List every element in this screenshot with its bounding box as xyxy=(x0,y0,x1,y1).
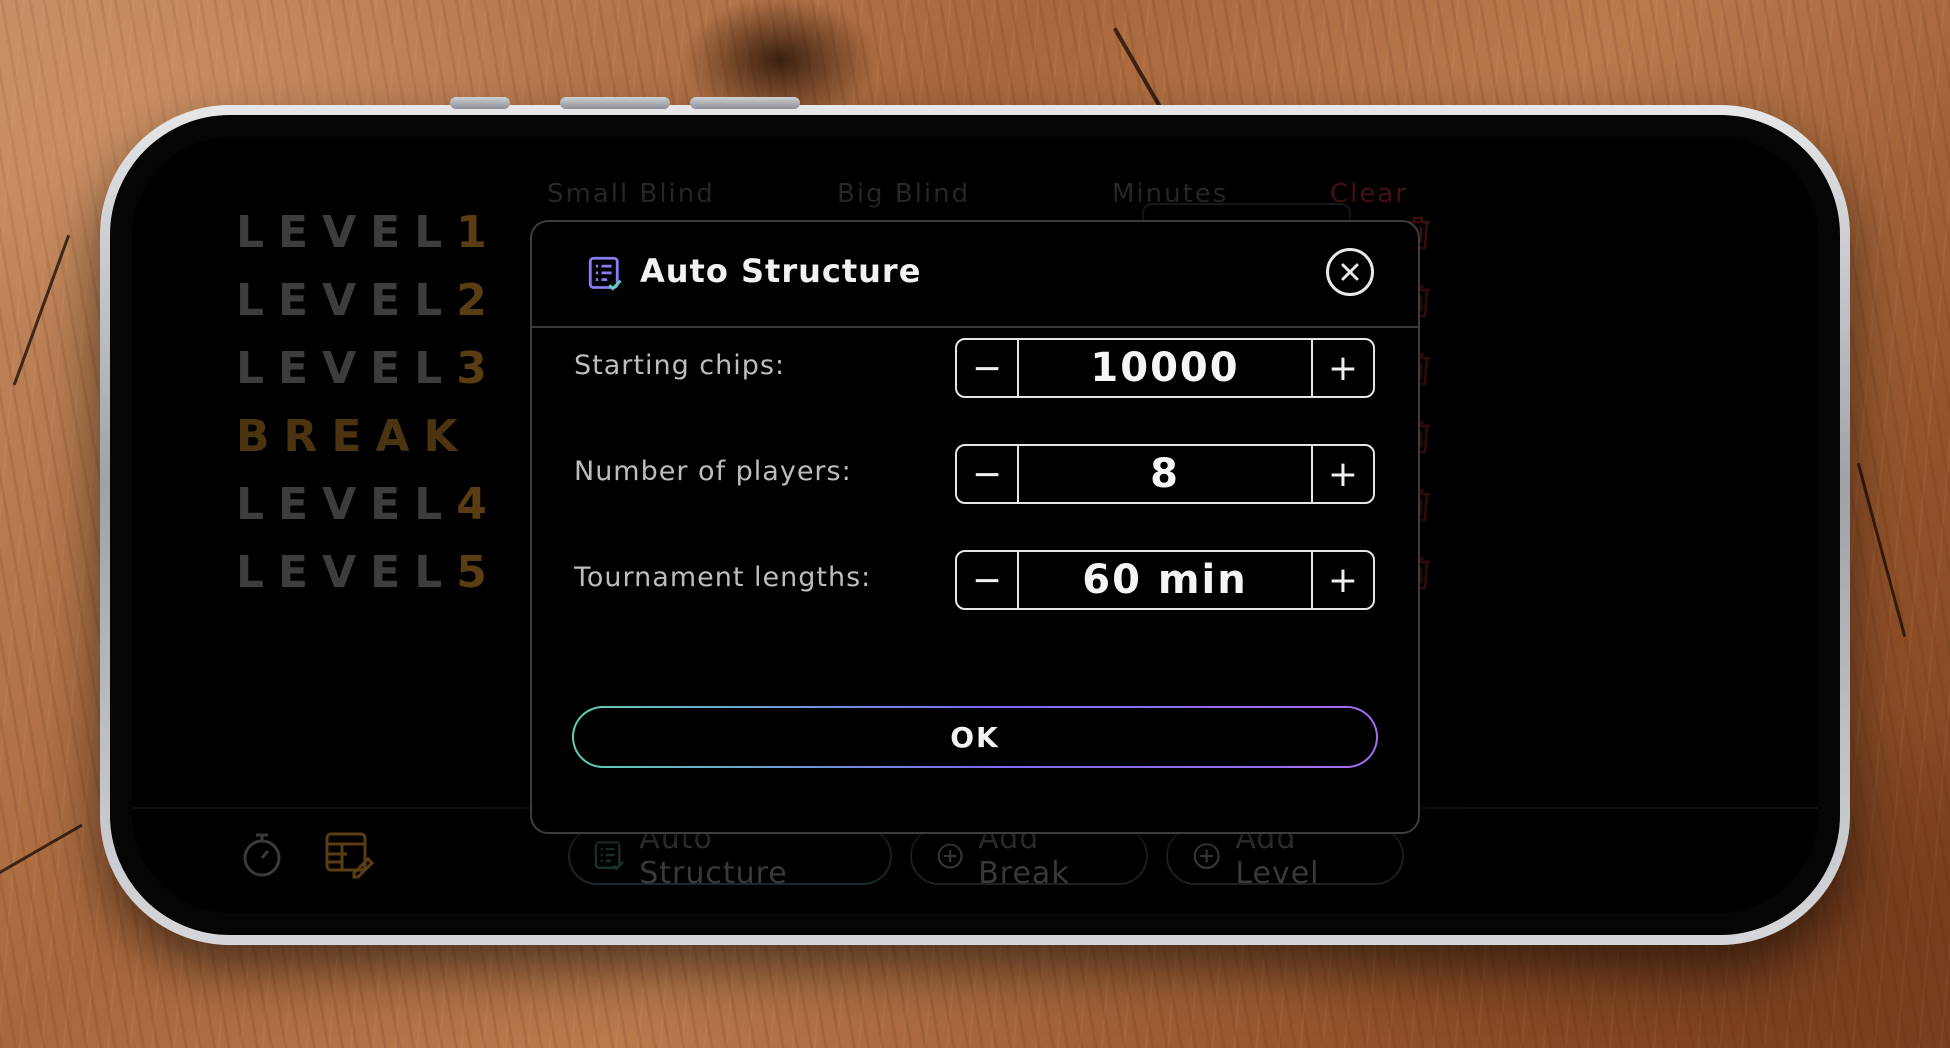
level-label-3: LEVEL3 xyxy=(236,343,487,394)
timer-icon[interactable] xyxy=(240,831,284,879)
header-big-blind: Big Blind xyxy=(837,179,971,209)
starting-chips-stepper: − 10000 + xyxy=(955,338,1375,398)
ok-button[interactable]: OK xyxy=(572,706,1378,768)
plus-circle-icon xyxy=(1193,842,1220,870)
number-of-players-stepper: − 8 + xyxy=(955,444,1375,504)
plus-circle-icon xyxy=(937,843,963,869)
level-label-5: LEVEL5 xyxy=(236,547,487,598)
starting-chips-value[interactable]: 10000 xyxy=(1019,340,1311,396)
tournament-length-value[interactable]: 60 min xyxy=(1019,552,1311,608)
tournament-length-decrement[interactable]: − xyxy=(957,552,1019,608)
wood-crack xyxy=(0,823,83,897)
phone-side-button xyxy=(450,97,510,109)
phone-volume-button xyxy=(560,97,670,109)
close-icon xyxy=(1341,263,1359,281)
checklist-icon xyxy=(588,256,622,291)
checklist-icon xyxy=(594,841,625,871)
break-label: BREAK xyxy=(236,411,472,462)
auto-structure-dialog: Auto Structure Starting chips: − 10000 +… xyxy=(530,220,1420,834)
wood-crack xyxy=(1856,462,1907,638)
starting-chips-label: Starting chips: xyxy=(574,350,786,381)
header-small-blind: Small Blind xyxy=(547,179,715,209)
level-label-4: LEVEL4 xyxy=(236,479,487,530)
close-button[interactable] xyxy=(1326,248,1374,296)
add-break-button[interactable]: Add Break xyxy=(910,821,1148,891)
structure-edit-icon[interactable] xyxy=(324,829,374,879)
dialog-header: Auto Structure xyxy=(532,222,1418,328)
starting-chips-decrement[interactable]: − xyxy=(957,340,1019,396)
wood-crack xyxy=(12,234,71,386)
level-label-1: LEVEL1 xyxy=(236,207,487,258)
number-of-players-label: Number of players: xyxy=(574,456,852,487)
tournament-length-increment[interactable]: + xyxy=(1311,552,1373,608)
number-of-players-decrement[interactable]: − xyxy=(957,446,1019,502)
dialog-title: Auto Structure xyxy=(640,252,922,290)
phone-volume-button xyxy=(690,97,800,109)
level-label-2: LEVEL2 xyxy=(236,275,487,326)
tournament-length-label: Tournament lengths: xyxy=(574,562,872,593)
number-of-players-value[interactable]: 8 xyxy=(1019,446,1311,502)
auto-structure-button[interactable]: Auto Structure xyxy=(568,821,892,891)
number-of-players-increment[interactable]: + xyxy=(1311,446,1373,502)
add-level-button[interactable]: Add Level xyxy=(1166,821,1404,891)
starting-chips-increment[interactable]: + xyxy=(1311,340,1373,396)
tournament-length-stepper: − 60 min + xyxy=(955,550,1375,610)
